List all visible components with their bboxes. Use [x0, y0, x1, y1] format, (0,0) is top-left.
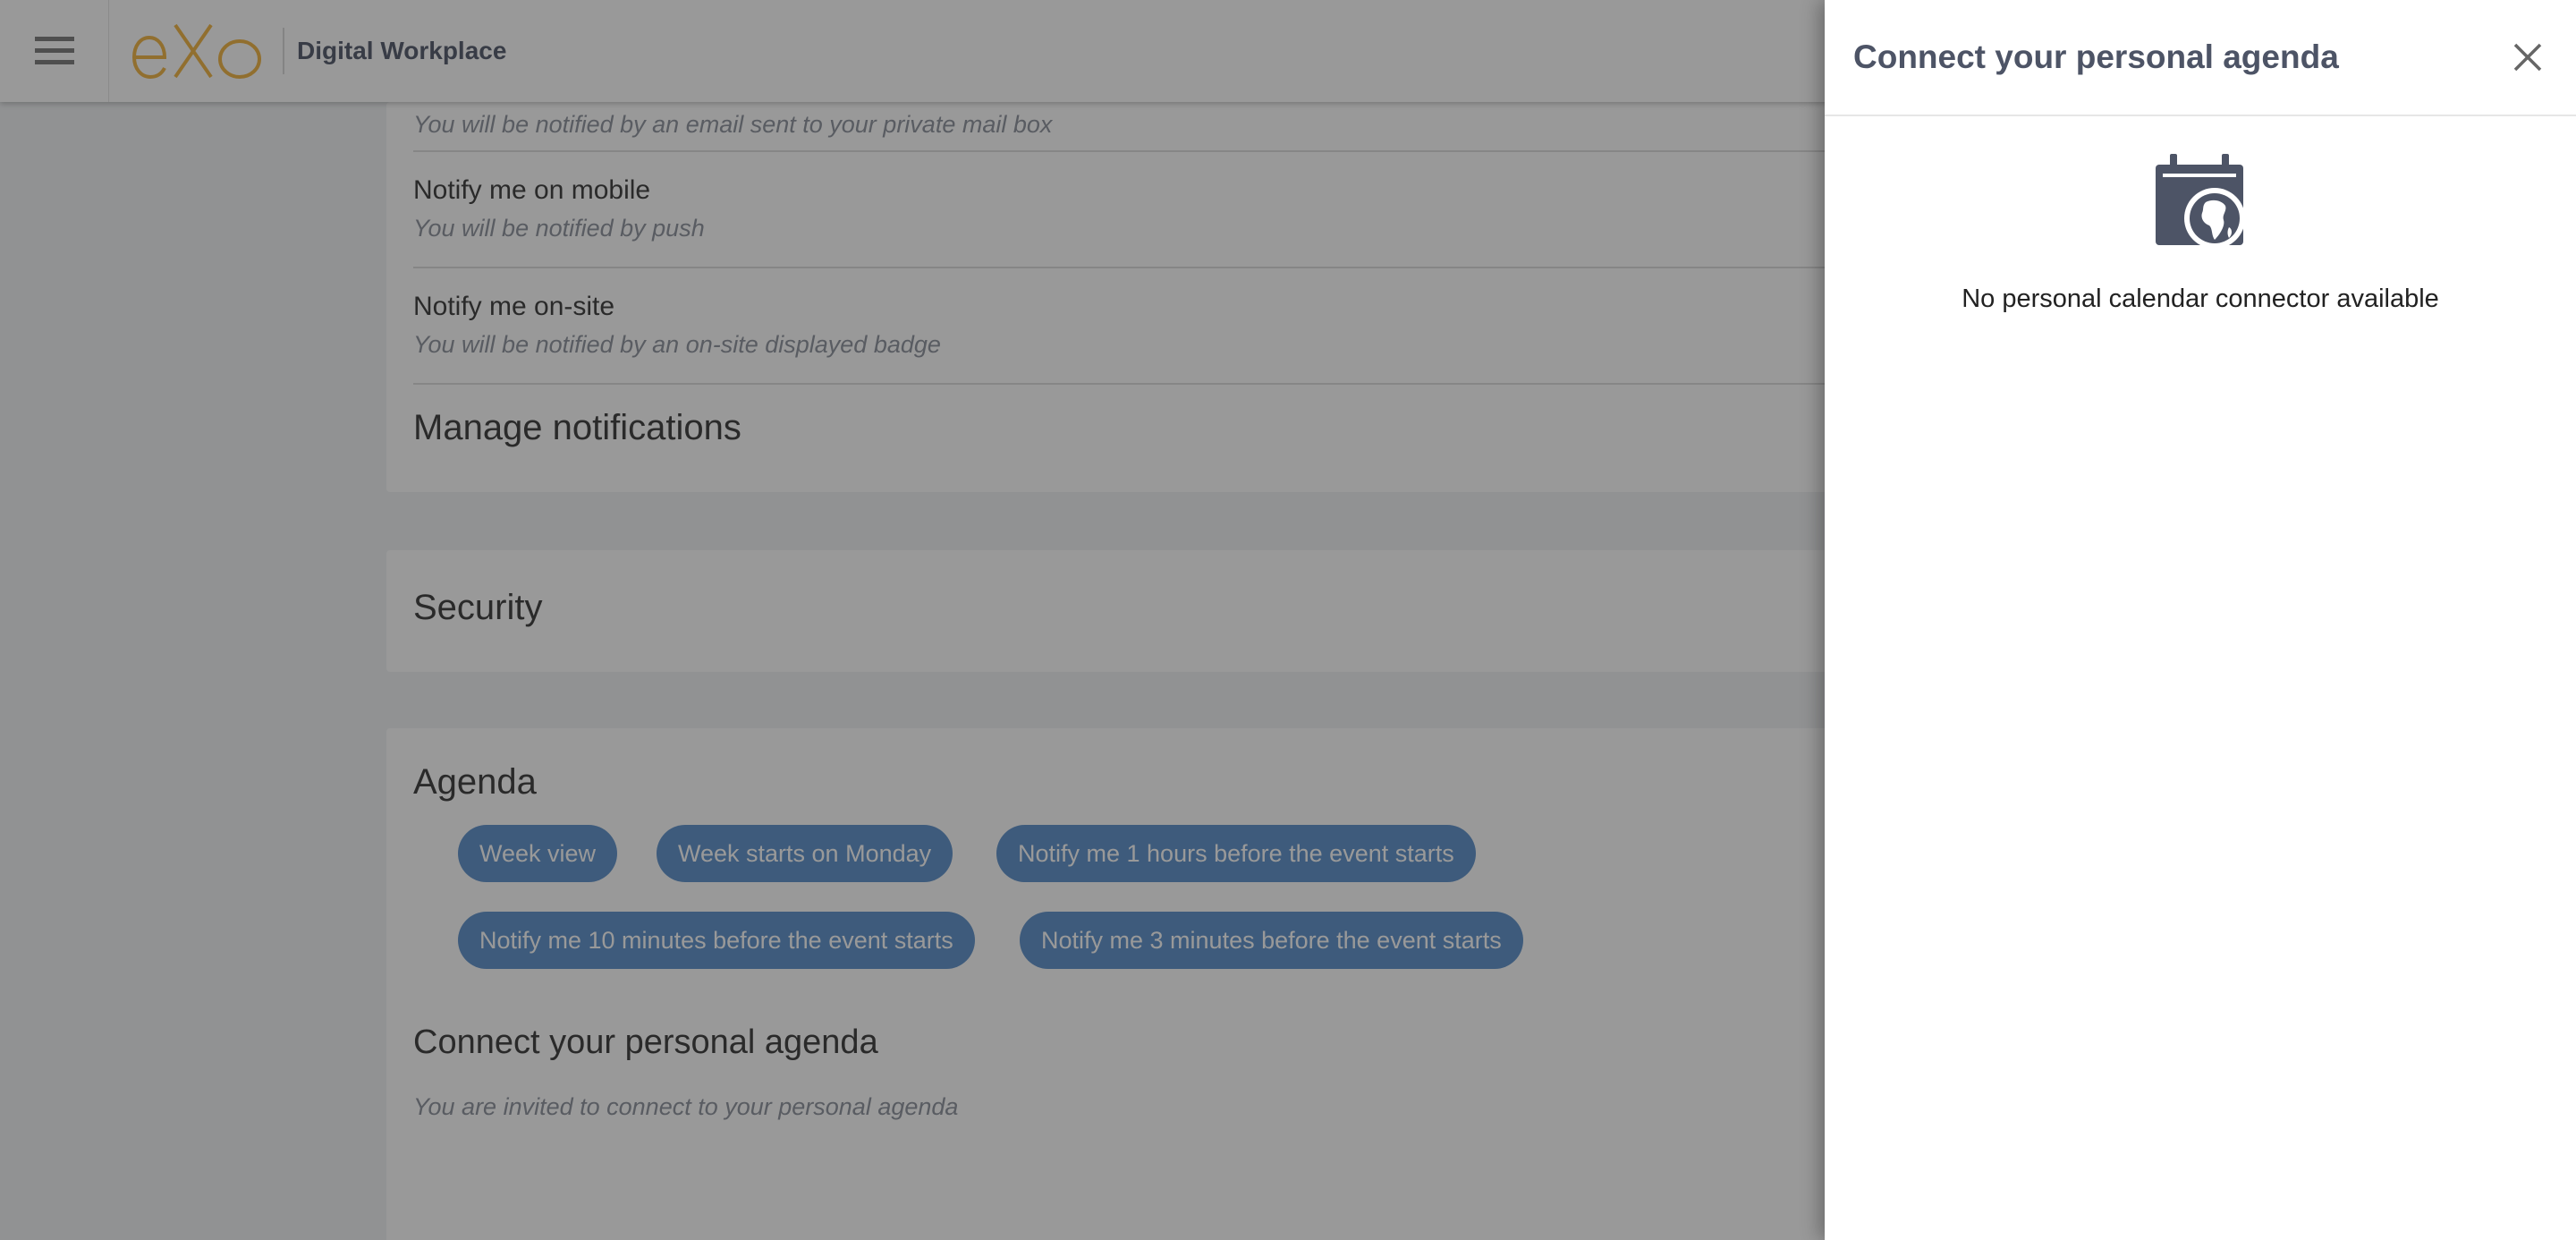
connect-agenda-drawer: Connect your personal agenda No personal…	[1825, 0, 2576, 1240]
drawer-close-button[interactable]	[2510, 39, 2546, 75]
drawer-header: Connect your personal agenda	[1825, 0, 2576, 116]
calendar-globe-icon	[2154, 152, 2247, 249]
close-icon	[2513, 43, 2542, 72]
drawer-title: Connect your personal agenda	[1853, 38, 2339, 75]
no-connector-message: No personal calendar connector available	[1962, 285, 2439, 313]
